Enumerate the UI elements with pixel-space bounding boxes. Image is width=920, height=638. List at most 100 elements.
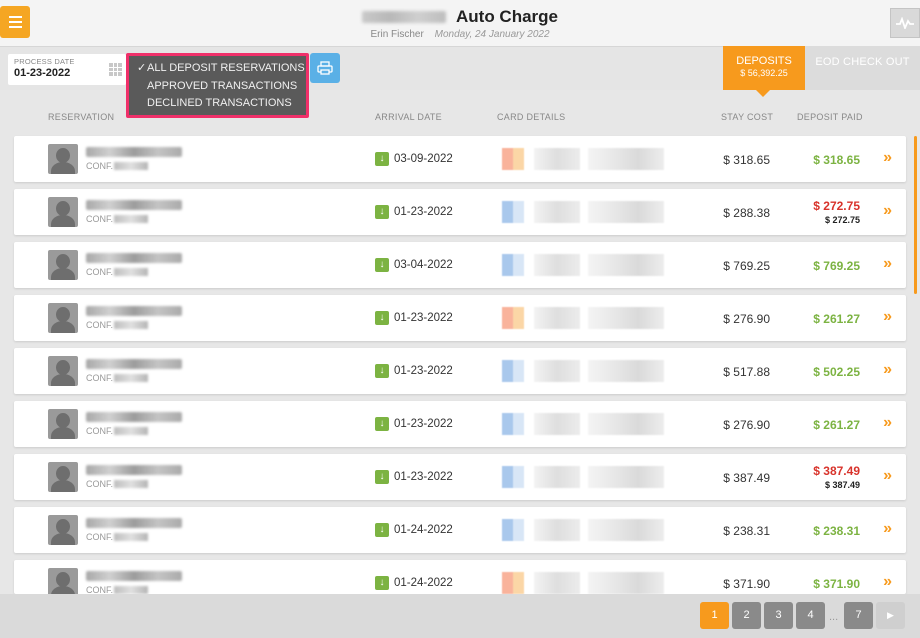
stay-cost: $ 769.25 xyxy=(723,259,770,273)
arrival-date: 01-24-2022 xyxy=(394,524,453,536)
card-number-redacted xyxy=(534,201,580,223)
card-expiry-redacted xyxy=(588,148,664,170)
table-row[interactable]: CONF. ↓ 01-23-2022 $ 276.90 $ 261.27 » xyxy=(14,295,906,341)
column-header-deposit-paid[interactable]: DEPOSIT PAID xyxy=(797,112,863,122)
deposit-paid: $ 318.65 xyxy=(813,153,860,167)
arrival-date: 01-23-2022 xyxy=(394,418,453,430)
column-header-reservation[interactable]: RESERVATION xyxy=(48,112,114,122)
card-expiry-redacted xyxy=(588,307,664,329)
table-row[interactable]: CONF. ↓ 03-04-2022 $ 769.25 $ 769.25 » xyxy=(14,242,906,288)
row-detail-chevron-icon[interactable]: » xyxy=(883,255,892,273)
card-number-redacted xyxy=(534,572,580,594)
tab-deposits-label: DEPOSITS xyxy=(736,55,792,67)
conf-number-redacted xyxy=(114,268,148,276)
card-expiry-redacted xyxy=(588,360,664,382)
card-brand-icon xyxy=(502,519,524,541)
guest-name-redacted xyxy=(86,518,182,528)
scroll-indicator[interactable] xyxy=(914,136,917,294)
conf-number-redacted xyxy=(114,321,148,329)
conf-label: CONF. xyxy=(86,426,113,436)
deposit-paid: $ 502.25 xyxy=(813,365,860,379)
property-name-redacted xyxy=(362,11,446,23)
avatar xyxy=(48,356,78,386)
card-number-redacted xyxy=(534,148,580,170)
process-date-value: 01-23-2022 xyxy=(14,67,71,79)
tab-eod-check-out[interactable]: EOD CHECK OUT xyxy=(805,46,920,90)
table-row[interactable]: CONF. ↓ 01-23-2022 $ 387.49 $ 387.49 $ 387.49… xyxy=(14,454,906,500)
column-header-stay-cost[interactable]: STAY COST xyxy=(721,112,773,122)
header-title-block: Auto Charge Erin Fischer Monday, 24 Janu… xyxy=(0,7,920,40)
current-date: Monday, 24 January 2022 xyxy=(434,29,550,40)
row-detail-chevron-icon[interactable]: » xyxy=(883,308,892,326)
table-row[interactable]: CONF. ↓ 01-24-2022 $ 238.31 $ 238.31 » xyxy=(14,507,906,553)
row-detail-chevron-icon[interactable]: » xyxy=(883,573,892,591)
filter-option-declined[interactable]: DECLINED TRANSACTIONS xyxy=(137,95,306,113)
card-expiry-redacted xyxy=(588,413,664,435)
next-page-icon[interactable]: ▶ xyxy=(876,602,905,629)
guest-name-redacted xyxy=(86,359,182,369)
app-header: Auto Charge Erin Fischer Monday, 24 Janu… xyxy=(0,0,920,46)
active-tab-caret xyxy=(756,90,770,97)
page-button-2[interactable]: 2 xyxy=(732,602,761,629)
stay-cost: $ 387.49 xyxy=(723,471,770,485)
conf-number-redacted xyxy=(114,427,148,435)
arrival-down-arrow-icon: ↓ xyxy=(375,152,389,166)
arrival-down-arrow-icon: ↓ xyxy=(375,364,389,378)
table-row[interactable]: CONF. ↓ 01-23-2022 $ 276.90 $ 261.27 » xyxy=(14,401,906,447)
page-button-4[interactable]: 4 xyxy=(796,602,825,629)
guest-name-redacted xyxy=(86,253,182,263)
table-row[interactable]: CONF. ↓ 01-23-2022 $ 288.38 $ 272.75 $ 272.75… xyxy=(14,189,906,235)
card-brand-icon xyxy=(502,307,524,329)
arrival-date: 01-23-2022 xyxy=(394,365,453,377)
card-expiry-redacted xyxy=(588,254,664,276)
conf-number-redacted xyxy=(114,215,148,223)
deposit-paid: $ 387.49 xyxy=(813,464,860,478)
filter-option-approved[interactable]: APPROVED TRANSACTIONS xyxy=(137,78,306,96)
card-expiry-redacted xyxy=(588,201,664,223)
card-expiry-redacted xyxy=(588,519,664,541)
card-brand-icon xyxy=(502,466,524,488)
page-button-last[interactable]: 7 xyxy=(844,602,873,629)
table-row[interactable]: CONF. ↓ 01-24-2022 $ 371.90 $ 371.90» xyxy=(14,560,906,598)
column-header-arrival-date[interactable]: ARRIVAL DATE xyxy=(375,112,442,122)
arrival-down-arrow-icon: ↓ xyxy=(375,258,389,272)
conf-label: CONF. xyxy=(86,320,113,330)
card-brand-icon xyxy=(502,201,524,223)
tab-deposits[interactable]: DEPOSITS $ 56,392.25 xyxy=(723,46,805,90)
conf-number-redacted xyxy=(114,533,148,541)
calendar-grid-icon[interactable] xyxy=(109,63,122,76)
row-detail-chevron-icon[interactable]: » xyxy=(883,361,892,379)
avatar xyxy=(48,303,78,333)
row-detail-chevron-icon[interactable]: » xyxy=(883,520,892,538)
stay-cost: $ 276.90 xyxy=(723,312,770,326)
deposit-paid: $ 238.31 xyxy=(813,524,860,538)
table-row[interactable]: CONF. ↓ 03-09-2022 $ 318.65 $ 318.65 » xyxy=(14,136,906,182)
arrival-date: 01-24-2022 xyxy=(394,577,453,589)
filter-option-all[interactable]: ✓ALL DEPOSIT RESERVATIONS xyxy=(137,60,306,78)
guest-name-redacted xyxy=(86,200,182,210)
stay-cost: $ 276.90 xyxy=(723,418,770,432)
stay-cost: $ 371.90 xyxy=(723,577,770,591)
arrival-down-arrow-icon: ↓ xyxy=(375,523,389,537)
row-detail-chevron-icon[interactable]: » xyxy=(883,414,892,432)
page-button-3[interactable]: 3 xyxy=(764,602,793,629)
transaction-filter-dropdown[interactable]: ✓ALL DEPOSIT RESERVATIONS APPROVED TRANS… xyxy=(126,53,309,118)
conf-number-redacted xyxy=(114,586,148,594)
guest-name-redacted xyxy=(86,412,182,422)
table-row[interactable]: CONF. ↓ 01-23-2022 $ 517.88 $ 502.25 » xyxy=(14,348,906,394)
process-date-field[interactable]: PROCESS DATE 01-23-2022 xyxy=(8,54,126,85)
row-detail-chevron-icon[interactable]: » xyxy=(883,202,892,220)
print-icon[interactable] xyxy=(310,53,340,83)
row-detail-chevron-icon[interactable]: » xyxy=(883,149,892,167)
avatar xyxy=(48,515,78,545)
conf-label: CONF. xyxy=(86,214,113,224)
arrival-down-arrow-icon: ↓ xyxy=(375,311,389,325)
pulse-icon[interactable] xyxy=(890,8,920,38)
row-detail-chevron-icon[interactable]: » xyxy=(883,467,892,485)
card-expiry-redacted xyxy=(588,572,664,594)
column-header-card-details[interactable]: CARD DETAILS xyxy=(497,112,565,122)
card-number-redacted xyxy=(534,254,580,276)
card-number-redacted xyxy=(534,413,580,435)
page-button-1[interactable]: 1 xyxy=(700,602,729,629)
deposit-paid: $ 261.27 xyxy=(813,312,860,326)
